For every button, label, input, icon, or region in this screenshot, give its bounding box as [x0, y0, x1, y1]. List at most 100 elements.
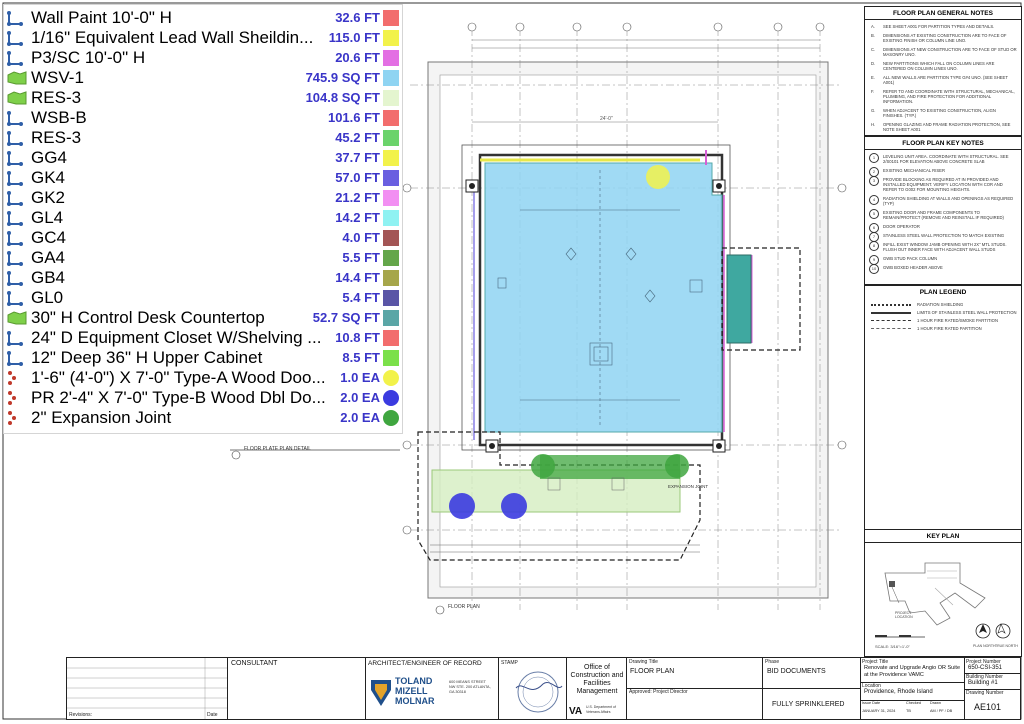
legend-item-name: GK4: [31, 168, 66, 187]
legend-item[interactable]: GB4 14.4 FT: [4, 268, 402, 288]
note-text: EXISTING MECHANICAL RISER: [883, 168, 945, 173]
linear-measure-icon: [6, 150, 28, 166]
note-text: DOOR OPERATOR: [883, 224, 920, 229]
note-item: F. REFER TO AND COORDINATE WITH STRUCTURA…: [865, 89, 1021, 104]
note-key: E.: [871, 75, 875, 80]
date-label: Date: [207, 712, 218, 718]
project-location-label: PROJECT LOCATION: [895, 611, 913, 619]
legend-color-swatch: [383, 130, 399, 146]
note-key: 5: [869, 209, 879, 219]
legend-item[interactable]: Wall Paint 10'-0" H 32.6 FT: [4, 8, 402, 28]
legend-item-quantity: 10.8 FT: [335, 330, 380, 345]
note-item: 7 STAINLESS STEEL WALL PROTECTION TO MATC…: [865, 232, 1021, 242]
location-value: Providence, Rhode Island: [864, 689, 933, 695]
firm-name-2: MIZELL: [395, 686, 428, 696]
issue-date-label: Issue Date: [862, 701, 881, 705]
key-plan-title: KEY PLAN: [865, 530, 1021, 543]
note-item: E. ALL NEW WALLS ARE PARTITION TYPE G#4 U…: [865, 75, 1021, 85]
note-text: LEVELING UNIT AREA. COORDINATE WITH STRU…: [883, 154, 1009, 164]
drawing-title: FLOOR PLAN: [630, 668, 675, 675]
sprinkler-note: FULLY SPRINKLERED: [772, 701, 845, 708]
legend-item[interactable]: PR 2'-4" X 7'-0" Type-B Wood Dbl Do... 2.…: [4, 388, 402, 408]
phase-label: Phase: [765, 659, 780, 665]
legend-item[interactable]: RES-3 45.2 FT: [4, 128, 402, 148]
revisions-label: Revisions:: [69, 712, 93, 718]
legend-item[interactable]: GL0 5.4 FT: [4, 288, 402, 308]
note-key: A.: [871, 24, 875, 29]
scale-label: SCALE: 3/16"=1'-0": [875, 644, 910, 649]
note-text: GWB BOXED HEADER ABOVE: [883, 265, 943, 270]
count-icon: [6, 390, 28, 406]
note-key: 1: [869, 153, 879, 163]
note-key: 3: [869, 176, 879, 186]
legend-item[interactable]: GG4 37.7 FT: [4, 148, 402, 168]
plan-legend-line: [871, 312, 911, 314]
office-label: Office of Construction and Facilities Ma…: [570, 664, 624, 695]
legend-item-name: 24" D Equipment Closet W/Shelving ...: [31, 328, 322, 347]
legend-item[interactable]: GC4 4.0 FT: [4, 228, 402, 248]
legend-item-name: 2" Expansion Joint: [31, 408, 172, 427]
plan-legend-text: 1 HOUR FIRE RATED PARTITION: [917, 326, 982, 331]
drawing-title-label: Drawing Title: [629, 659, 658, 665]
note-key: D.: [871, 61, 876, 66]
note-item: D. NEW PARTITIONS WHICH FALL ON COLUMN LI…: [865, 61, 1021, 71]
project-number: 650-CSI-351: [968, 665, 1003, 671]
drawing-number-cell: Project Number 650-CSI-351 Building Numb…: [964, 658, 1020, 719]
legend-color-swatch: [383, 250, 399, 266]
legend-item[interactable]: GK4 57.0 FT: [4, 168, 402, 188]
key-notes-panel: FLOOR PLAN KEY NOTES 1 LEVELING UNIT AREA…: [864, 136, 1022, 285]
consultant-label: CONSULTANT: [231, 660, 278, 667]
legend-item[interactable]: P3/SC 10'-0" H 20.6 FT: [4, 48, 402, 68]
legend-item[interactable]: GL4 14.2 FT: [4, 208, 402, 228]
legend-item[interactable]: 2" Expansion Joint 2.0 EA: [4, 408, 402, 428]
note-text: SEE SHEET A001 FOR PARTITION TYPES AND D…: [883, 24, 995, 29]
drawn-label: Drawn: [930, 701, 941, 705]
legend-item-quantity: 745.9 SQ FT: [305, 70, 380, 85]
legend-item[interactable]: WSV-1 745.9 SQ FT: [4, 68, 402, 88]
legend-item[interactable]: RES-3 104.8 SQ FT: [4, 88, 402, 108]
note-text: PROVIDE BLOCKING AS REQUIRED AT IN PROVI…: [883, 177, 1003, 192]
legend-item[interactable]: 1/16" Equivalent Lead Wall Sheildin... 11…: [4, 28, 402, 48]
linear-measure-icon: [6, 170, 28, 186]
plan-legend-panel: PLAN LEGEND RADIATION SHIELDING LIMITS OF…: [864, 285, 1022, 531]
note-item: C. DIMENSIONS AT NEW CONSTRUCTION ARE TO …: [865, 47, 1021, 57]
va-department: U.S. Department of Veterans Affairs: [586, 705, 616, 714]
legend-color-swatch: [383, 10, 399, 26]
legend-item[interactable]: 12" Deep 36" H Upper Cabinet 8.5 FT: [4, 348, 402, 368]
legend-color-swatch: [383, 90, 399, 106]
consultant-cell: CONSULTANT: [227, 658, 366, 719]
legend-item-quantity: 2.0 EA: [340, 410, 380, 425]
legend-item[interactable]: 1'-6" (4'-0") X 7'-0" Type-A Wood Doo...…: [4, 368, 402, 388]
linear-measure-icon: [6, 350, 28, 366]
legend-color-swatch: [383, 370, 399, 386]
note-key: G.: [871, 108, 876, 113]
legend-color-swatch: [383, 30, 399, 46]
note-key: F.: [871, 89, 875, 94]
plan-legend-line: [871, 328, 911, 329]
legend-item-quantity: 20.6 FT: [335, 50, 380, 65]
key-notes-title: FLOOR PLAN KEY NOTES: [865, 137, 1021, 150]
legend-item-quantity: 21.2 FT: [335, 190, 380, 205]
linear-measure-icon: [6, 190, 28, 206]
legend-item[interactable]: 24" D Equipment Closet W/Shelving ... 10.…: [4, 328, 402, 348]
dimension-top: 24'-0": [600, 116, 613, 122]
checked-value: TB: [906, 709, 911, 713]
legend-color-swatch: [383, 190, 399, 206]
note-text: STAINLESS STEEL WALL PROTECTION TO MATCH…: [883, 233, 1005, 238]
note-key: 8: [869, 241, 879, 251]
linear-measure-icon: [6, 250, 28, 266]
note-item: 9 GWB STUD PACK COLUMN: [865, 255, 1021, 265]
linear-measure-icon: [6, 330, 28, 346]
plan-legend-line: [871, 320, 911, 321]
plan-north-label: PLAN NORTH: [973, 644, 996, 648]
building-number: Building #1: [968, 680, 998, 686]
architect-cell: ARCHITECT/ENGINEER OF RECORD TOLAND MIZE…: [365, 658, 499, 719]
legend-color-swatch: [383, 150, 399, 166]
legend-item[interactable]: 30" H Control Desk Countertop 52.7 SQ FT: [4, 308, 402, 328]
legend-item[interactable]: GA4 5.5 FT: [4, 248, 402, 268]
legend-item[interactable]: WSB-B 101.6 FT: [4, 108, 402, 128]
office-cell: Office of Construction and Facilities Ma…: [566, 658, 627, 719]
linear-measure-icon: [6, 130, 28, 146]
legend-item[interactable]: GK2 21.2 FT: [4, 188, 402, 208]
linear-measure-icon: [6, 50, 28, 66]
